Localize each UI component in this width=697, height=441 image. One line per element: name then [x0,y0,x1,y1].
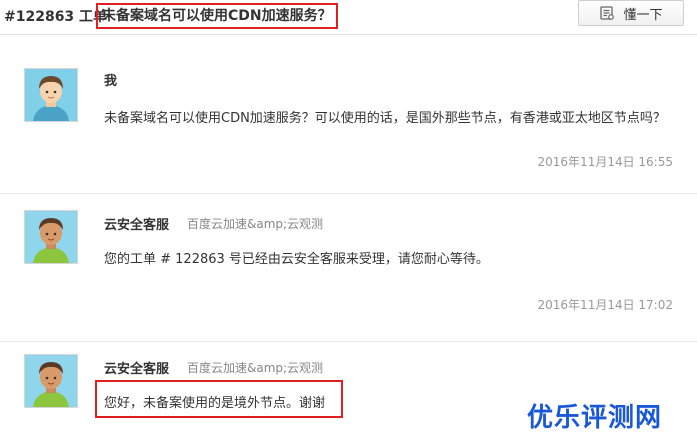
user-avatar-icon [24,68,78,122]
message-content: 您的工单 # 122863 号已经由云安全客服来受理，请您耐心等待。 [104,252,489,267]
support-avatar-icon [24,210,78,264]
message-item: 我 未备案域名可以使用CDN加速服务？可以使用的话，是国外那些节点，有香港或亚太… [0,35,697,194]
message-timestamp: 2016年11月14日 16:55 [537,155,673,169]
help-doc-icon [599,5,615,21]
message-author: 云安全客服 [104,362,170,377]
message-role: 百度云加速&amp;云观测 [187,361,324,375]
message-item: 云安全客服 百度云加速&amp;云观测 您的工单 # 122863 号已经由云安… [0,194,697,342]
help-button-label: 懂一下 [623,7,663,23]
watermark: 优乐评测网 [527,403,663,433]
message-timestamp: 2016年11月14日 17:02 [537,298,673,312]
help-button[interactable]: 懂一下 [578,0,684,26]
message-role: 百度云加速&amp;云观测 [187,217,324,231]
ticket-subject: 未备案域名可以使用CDN加速服务？ [96,3,338,29]
ticket-header: #122863 工单 未备案域名可以使用CDN加速服务？ 懂一下 [0,0,697,35]
message-author: 云安全客服 [104,218,170,233]
message-author: 我 [104,74,118,89]
support-avatar-icon [24,354,78,408]
highlight-box [95,380,343,418]
message-content: 未备案域名可以使用CDN加速服务？可以使用的话，是国外那些节点，有香港或亚太地区… [104,111,666,126]
ticket-id: #122863 工单 [4,9,108,25]
